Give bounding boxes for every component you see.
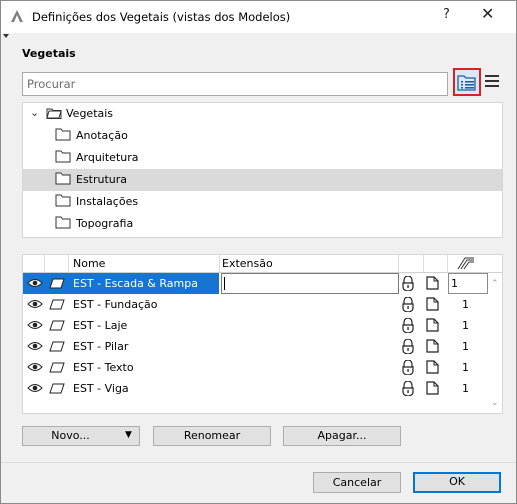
intersection-number[interactable]: 1 bbox=[462, 298, 469, 311]
delete-button-label: Apagar... bbox=[317, 429, 367, 442]
extension-input[interactable] bbox=[221, 273, 399, 294]
eye-icon[interactable] bbox=[27, 341, 43, 351]
document-icon[interactable] bbox=[426, 297, 439, 311]
new-dropdown-button[interactable]: ▼ bbox=[118, 426, 140, 446]
document-icon[interactable] bbox=[426, 381, 439, 395]
delete-button[interactable]: Apagar... bbox=[283, 426, 401, 446]
list-icon[interactable] bbox=[485, 75, 499, 88]
tree-item-estrutura[interactable]: Estrutura bbox=[23, 169, 502, 191]
divider bbox=[1, 462, 516, 463]
intersection-icon bbox=[457, 257, 474, 270]
section-title: Vegetais bbox=[22, 47, 76, 60]
tree-item-topografia[interactable]: Topografia bbox=[23, 213, 502, 235]
ok-button-label: OK bbox=[449, 475, 465, 488]
folder-list-icon bbox=[457, 75, 476, 91]
document-icon[interactable] bbox=[426, 318, 439, 332]
lock-icon[interactable] bbox=[401, 381, 415, 396]
lock-icon[interactable] bbox=[401, 318, 415, 333]
column-header-name[interactable]: Nome bbox=[73, 257, 105, 270]
tree-item-instalacoes[interactable]: Instalações bbox=[23, 191, 502, 213]
document-icon[interactable] bbox=[426, 339, 439, 353]
tree-item-label: Instalações bbox=[76, 195, 139, 208]
collapse-triangle-icon[interactable] bbox=[3, 34, 9, 38]
cancel-button-label: Cancelar bbox=[332, 476, 382, 489]
window-title: Definições dos Vegetais (vistas dos Mode… bbox=[32, 10, 291, 24]
eye-icon[interactable] bbox=[27, 383, 43, 393]
layer-icon[interactable] bbox=[49, 341, 65, 352]
search-placeholder: Procurar bbox=[27, 77, 76, 91]
row-name: EST - Viga bbox=[73, 382, 129, 395]
tree-item-arquitetura[interactable]: Arquitetura bbox=[23, 147, 502, 169]
row-name: EST - Escada & Rampa bbox=[73, 277, 198, 290]
lock-icon[interactable] bbox=[401, 276, 415, 291]
row-name: EST - Pilar bbox=[73, 340, 129, 353]
intersection-number: 1 bbox=[451, 277, 458, 290]
row-name: EST - Texto bbox=[73, 361, 134, 374]
lock-icon[interactable] bbox=[401, 360, 415, 375]
search-input[interactable]: Procurar bbox=[22, 72, 448, 96]
tree-item-label: Estrutura bbox=[76, 173, 128, 186]
lock-icon[interactable] bbox=[401, 339, 415, 354]
folder-icon bbox=[55, 128, 71, 141]
table-row[interactable]: EST - Texto 1 bbox=[23, 357, 489, 378]
tree-item-anotacao[interactable]: Anotação bbox=[23, 125, 502, 147]
layer-icon[interactable] bbox=[49, 278, 65, 289]
cancel-button[interactable]: Cancelar bbox=[313, 472, 401, 493]
eye-icon[interactable] bbox=[27, 299, 43, 309]
folder-icon bbox=[55, 172, 71, 185]
tree-item-label: Topografia bbox=[76, 217, 134, 230]
layer-icon[interactable] bbox=[49, 383, 65, 394]
scroll-up-icon[interactable]: ⌃ bbox=[491, 279, 499, 289]
table-row[interactable]: EST - Fundação 1 bbox=[23, 294, 489, 315]
intersection-number[interactable]: 1 bbox=[462, 382, 469, 395]
layer-icon[interactable] bbox=[49, 362, 65, 373]
rename-button-label: Renomear bbox=[183, 429, 241, 442]
table-row[interactable]: EST - Laje 1 bbox=[23, 315, 489, 336]
tree-root[interactable]: ⌄ Vegetais bbox=[23, 103, 502, 125]
scroll-down-icon[interactable]: ⌄ bbox=[491, 398, 499, 408]
dialog-window: Definições dos Vegetais (vistas dos Mode… bbox=[0, 0, 517, 504]
eye-icon[interactable] bbox=[27, 320, 43, 330]
eye-icon[interactable] bbox=[27, 362, 43, 372]
table-row[interactable]: EST - Pilar 1 bbox=[23, 336, 489, 357]
title-bar: Definições dos Vegetais (vistas dos Mode… bbox=[1, 1, 516, 33]
rename-button[interactable]: Renomear bbox=[153, 426, 271, 446]
folder-stack-icon bbox=[46, 108, 62, 119]
chevron-down-icon[interactable]: ⌄ bbox=[30, 106, 39, 119]
layer-icon[interactable] bbox=[49, 320, 65, 331]
intersection-number[interactable]: 1 bbox=[462, 340, 469, 353]
intersection-number-input[interactable]: 1 bbox=[448, 273, 488, 294]
close-button[interactable]: ✕ bbox=[481, 4, 494, 23]
eye-icon[interactable] bbox=[27, 278, 43, 288]
archicad-icon bbox=[11, 10, 23, 22]
ok-button[interactable]: OK bbox=[413, 472, 501, 493]
column-header-extension[interactable]: Extensão bbox=[222, 257, 273, 270]
folder-icon bbox=[55, 216, 71, 229]
category-tree: ⌄ Vegetais Anotação Arquitetura Estrutur… bbox=[22, 102, 503, 238]
row-name: EST - Fundação bbox=[73, 298, 158, 311]
folder-view-button[interactable] bbox=[453, 68, 481, 96]
new-button-label: Novo... bbox=[51, 429, 90, 442]
document-icon[interactable] bbox=[426, 276, 439, 290]
tree-root-label: Vegetais bbox=[66, 107, 114, 120]
folder-icon bbox=[55, 194, 71, 207]
layer-icon[interactable] bbox=[49, 299, 65, 310]
layer-table: Nome Extensão EST - Escada & Rampa 1 EST… bbox=[22, 254, 503, 414]
row-name: EST - Laje bbox=[73, 319, 128, 332]
table-header: Nome Extensão bbox=[23, 255, 502, 273]
new-button[interactable]: Novo... bbox=[22, 426, 119, 446]
table-row[interactable]: EST - Escada & Rampa 1 bbox=[23, 273, 489, 294]
chevron-down-icon: ▼ bbox=[125, 430, 132, 440]
folder-icon bbox=[55, 150, 71, 163]
tree-item-label: Arquitetura bbox=[76, 151, 139, 164]
help-button[interactable]: ? bbox=[443, 7, 450, 22]
lock-icon[interactable] bbox=[401, 297, 415, 312]
document-icon[interactable] bbox=[426, 360, 439, 374]
intersection-number[interactable]: 1 bbox=[462, 361, 469, 374]
tree-item-label: Anotação bbox=[76, 129, 128, 142]
table-row[interactable]: EST - Viga 1 bbox=[23, 378, 489, 399]
intersection-number[interactable]: 1 bbox=[462, 319, 469, 332]
